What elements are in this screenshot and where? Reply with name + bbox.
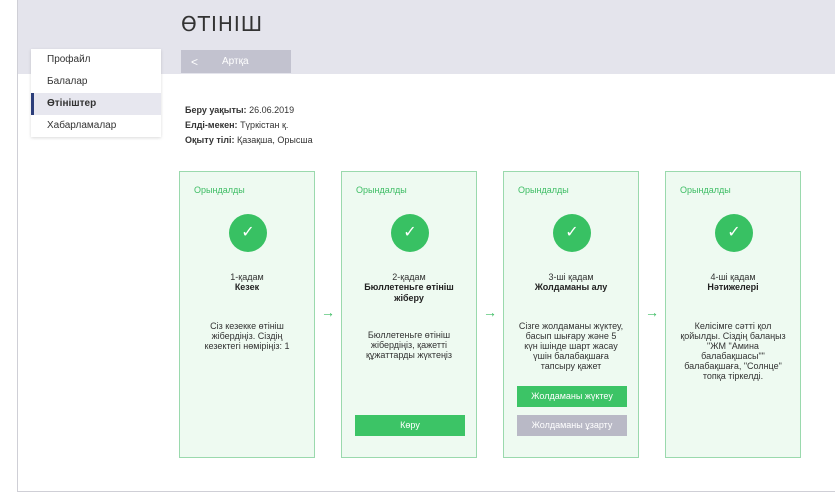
step-description: Келісімге сәтті қол қойылды. Сіздің бала… <box>680 321 786 381</box>
view-button[interactable]: Көру <box>355 415 465 436</box>
step-card-2: Орындалды ✓ 2-қадам Бюллетеньге өтініш ж… <box>341 171 477 458</box>
extend-referral-button[interactable]: Жолдаманы ұзарту <box>517 415 627 436</box>
step-description: Бюллетеньге өтініш жібердіңіз, қажетті қ… <box>365 330 453 360</box>
sidebar-item-label: Өтініштер <box>47 98 97 109</box>
step-title: Нәтижелері <box>707 282 759 292</box>
sidebar: Профайл Балалар Өтініштер Хабарламалар <box>31 49 161 137</box>
chevron-left-icon: < <box>191 54 199 69</box>
check-icon: ✓ <box>391 214 429 252</box>
step-label: 1-қадам <box>230 272 264 282</box>
step-label: 4-ші қадам <box>710 272 756 282</box>
app-frame: ӨТІНІШ < Артқа Профайл Балалар Өтініштер… <box>17 0 835 492</box>
info-date: Беру уақыты: 26.06.2019 <box>185 105 295 115</box>
step-title: Бюллетеньге өтініш жіберу <box>364 282 454 303</box>
step-label: 2-қадам <box>392 272 426 282</box>
step-description: Сіз кезекке өтініш жібердіңіз. Сіздің ке… <box>204 321 290 351</box>
step-card-1: Орындалды ✓ 1-қадам Кезек Сіз кезекке өт… <box>179 171 315 458</box>
check-icon: ✓ <box>229 214 267 252</box>
arrow-right-icon: → <box>483 304 497 320</box>
step-status: Орындалды <box>194 185 245 195</box>
page-title: ӨТІНІШ <box>181 12 264 36</box>
sidebar-item-applications[interactable]: Өтініштер <box>31 93 161 115</box>
back-button-label: Артқа <box>222 56 249 67</box>
step-card-3: Орындалды ✓ 3-ші қадам Жолдаманы алу Сіз… <box>503 171 639 458</box>
check-icon: ✓ <box>553 214 591 252</box>
arrow-right-icon: → <box>645 304 659 320</box>
info-locality: Елді-мекен: Түркістан қ. <box>185 120 289 130</box>
step-card-4: Орындалды ✓ 4-ші қадам Нәтижелері Келісі… <box>665 171 801 458</box>
application-info: Беру уақыты: 26.06.2019 Елді-мекен: Түрк… <box>185 103 313 148</box>
step-status: Орындалды <box>680 185 731 195</box>
back-button[interactable]: < Артқа <box>181 50 291 73</box>
step-status: Орындалды <box>356 185 407 195</box>
check-icon: ✓ <box>715 214 753 252</box>
sidebar-item-children[interactable]: Балалар <box>31 71 161 93</box>
step-status: Орындалды <box>518 185 569 195</box>
sidebar-item-label: Профайл <box>47 54 91 65</box>
download-referral-button[interactable]: Жолдаманы жүктеу <box>517 386 627 407</box>
step-label: 3-ші қадам <box>548 272 594 282</box>
sidebar-item-profile[interactable]: Профайл <box>31 49 161 71</box>
info-language: Оқыту тілі: Қазақша, Орысша <box>185 135 313 145</box>
sidebar-item-label: Балалар <box>47 76 88 87</box>
step-description: Сізге жолдаманы жүктеу, басып шығару жән… <box>518 321 624 371</box>
step-title: Жолдаманы алу <box>534 282 608 292</box>
arrow-right-icon: → <box>321 304 335 320</box>
step-title: Кезек <box>234 282 260 292</box>
sidebar-item-notifications[interactable]: Хабарламалар <box>31 115 161 137</box>
sidebar-item-label: Хабарламалар <box>47 120 117 131</box>
